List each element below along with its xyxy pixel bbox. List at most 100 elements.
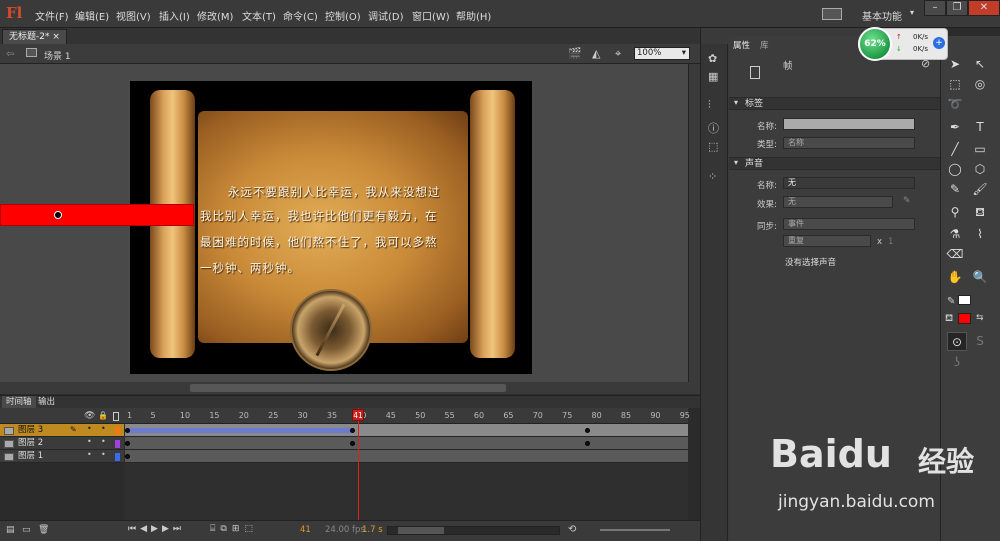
close-tab-icon[interactable]: × xyxy=(52,32,60,42)
info-icon[interactable]: ⓘ xyxy=(708,120,719,136)
bone-tool-icon[interactable]: ⚲ xyxy=(945,203,965,222)
lasso-tool-icon[interactable]: ➰ xyxy=(945,95,965,114)
eyedropper-tool-icon[interactable]: ⌇ xyxy=(970,225,990,244)
lock-dot[interactable]: • xyxy=(101,450,106,459)
pen-tool-icon[interactable]: ✒ xyxy=(945,118,965,137)
repeat-count[interactable]: 1 xyxy=(888,237,893,247)
workspace-switcher[interactable]: 基本功能 xyxy=(862,8,902,23)
tab-timeline[interactable]: 时间轴 xyxy=(2,396,36,408)
frame-rate[interactable]: 24.00 fps xyxy=(325,525,365,535)
section-label[interactable]: 标签 xyxy=(729,97,940,110)
oval-tool-icon[interactable]: ◯ xyxy=(945,160,965,179)
transform-icon[interactable]: ⬚ xyxy=(708,140,718,153)
stroke-color-swatch[interactable] xyxy=(958,295,971,305)
lock-dot[interactable]: • xyxy=(101,424,106,433)
ink-bottle-tool-icon[interactable]: ⚗ xyxy=(945,225,965,244)
hand-tool-icon[interactable]: ✋ xyxy=(945,268,965,287)
tab-library[interactable]: 库 xyxy=(760,39,769,51)
sync-settings-icon[interactable] xyxy=(822,8,842,20)
lock-icon[interactable]: 🔒 xyxy=(98,411,108,420)
keyframe[interactable] xyxy=(350,428,355,433)
timeline-hscroll-thumb[interactable] xyxy=(398,527,444,534)
playback-controls[interactable]: ⏮◀▶▶⏭ xyxy=(128,524,185,534)
new-folder-icon[interactable]: ▭ xyxy=(22,525,31,535)
sound-name-select[interactable]: 无 xyxy=(783,177,915,189)
pencil-tool-icon[interactable]: ✎ xyxy=(945,180,965,199)
poem-line-3[interactable]: 最困难的时候，他们熬不住了，我可以多熬 xyxy=(200,234,475,250)
layer-color-swatch[interactable] xyxy=(115,440,120,448)
new-layer-icon[interactable]: ▤ xyxy=(6,525,15,535)
tab-output[interactable]: 输出 xyxy=(34,396,59,408)
smooth-icon[interactable]: S xyxy=(970,332,990,351)
keyframe[interactable] xyxy=(125,454,130,459)
tab-properties[interactable]: 属性 xyxy=(733,39,750,51)
horizontal-scroll-thumb[interactable] xyxy=(190,384,506,392)
selection-tool-icon[interactable]: ➤ xyxy=(945,55,965,74)
color-wheel-icon[interactable]: ✿ xyxy=(708,52,717,65)
menu-file[interactable]: 文件(F) xyxy=(35,8,69,23)
menu-window[interactable]: 窗口(W) xyxy=(412,8,450,23)
delete-icon[interactable]: 🗑 xyxy=(38,525,49,535)
stage[interactable]: 永远不要跟别人比幸运，我从来没想过 我比别人幸运，我也许比他们更有毅力，在 最困… xyxy=(130,81,532,374)
zoom-tool-icon[interactable]: 🔍 xyxy=(970,268,990,287)
menu-help[interactable]: 帮助(H) xyxy=(456,8,491,23)
swap-colors-icon[interactable]: ⇆ xyxy=(976,313,984,323)
lock-dot[interactable]: • xyxy=(101,437,106,446)
outline-icon[interactable] xyxy=(113,412,119,421)
brush-tool-icon[interactable]: 🖌 xyxy=(970,180,990,199)
vertical-scrollbar[interactable] xyxy=(688,64,700,382)
transform-point-icon[interactable] xyxy=(54,211,62,219)
close-button[interactable]: ✕ xyxy=(968,0,1000,16)
paint-bucket-tool-icon[interactable]: ⛾ xyxy=(970,203,990,222)
swatches-icon[interactable]: ▦ xyxy=(708,70,718,83)
section-sound[interactable]: 声音 xyxy=(729,157,940,170)
current-frame[interactable]: 41 xyxy=(300,525,311,535)
red-rectangle-shape[interactable] xyxy=(0,204,194,226)
visibility-dot[interactable]: • xyxy=(87,450,92,459)
fill-color-swatch[interactable] xyxy=(958,313,971,324)
zoom-select[interactable]: 100% ▾ xyxy=(634,47,690,60)
loop-icon[interactable]: ⟲ xyxy=(568,524,576,535)
menu-insert[interactable]: 插入(I) xyxy=(159,8,190,23)
line-tool-icon[interactable]: ╱ xyxy=(945,140,965,159)
chevron-down-icon[interactable]: ▾ xyxy=(734,98,738,107)
menu-view[interactable]: 视图(V) xyxy=(116,8,151,23)
menu-modify[interactable]: 修改(M) xyxy=(197,8,233,23)
layer-color-swatch[interactable] xyxy=(115,453,120,461)
frame-name-input[interactable] xyxy=(783,118,915,130)
center-stage-icon[interactable]: ⌖ xyxy=(615,47,621,61)
rectangle-tool-icon[interactable]: ▭ xyxy=(970,140,990,159)
type-select[interactable]: 名称 xyxy=(783,137,915,149)
edit-scene-icon[interactable]: 🎬 xyxy=(568,47,582,60)
frame-row-2[interactable] xyxy=(125,437,688,450)
poem-line-1[interactable]: 永远不要跟别人比幸运，我从来没想过 xyxy=(228,184,503,200)
visibility-dot[interactable]: • xyxy=(87,437,92,446)
visibility-dot[interactable]: • xyxy=(87,424,92,433)
restore-button[interactable]: ❐ xyxy=(946,0,968,16)
edit-symbols-icon[interactable]: ◭ xyxy=(592,47,600,60)
poem-line-4[interactable]: 一秒钟、两秒钟。 xyxy=(200,260,475,276)
align-icon[interactable]: ⫶ xyxy=(708,98,711,112)
back-arrow-icon[interactable]: ⇦ xyxy=(6,49,14,60)
text-tool-icon[interactable]: T xyxy=(970,118,990,137)
free-transform-tool-icon[interactable]: ⬚ xyxy=(945,75,965,94)
plus-icon[interactable]: + xyxy=(933,37,945,49)
effect-select[interactable]: 无 xyxy=(783,196,893,208)
keyframe[interactable] xyxy=(585,428,590,433)
onion-skin-controls[interactable]: ⌸⧉⊞⬚ xyxy=(210,524,258,534)
keyframe[interactable] xyxy=(125,428,130,433)
playhead[interactable] xyxy=(358,408,359,520)
document-tab[interactable]: 无标题-2* × xyxy=(2,29,67,44)
frame-ruler[interactable]: 15101520253035404550556065707580859095 xyxy=(125,408,690,424)
poem-line-2[interactable]: 我比别人幸运，我也许比他们更有毅力，在 xyxy=(200,208,475,224)
menu-commands[interactable]: 命令(C) xyxy=(283,8,318,23)
keyframe[interactable] xyxy=(585,441,590,446)
keyframe[interactable] xyxy=(350,441,355,446)
menu-edit[interactable]: 编辑(E) xyxy=(75,8,109,23)
motion-presets-icon[interactable]: ⁘ xyxy=(708,170,717,183)
straighten-icon[interactable]: ʖ xyxy=(947,353,967,372)
polystar-tool-icon[interactable]: ⬡ xyxy=(970,160,990,179)
chevron-down-icon[interactable]: ▾ xyxy=(910,8,914,17)
sync-select[interactable]: 事件 xyxy=(783,218,915,230)
3d-rotation-tool-icon[interactable]: ◎ xyxy=(970,75,990,94)
